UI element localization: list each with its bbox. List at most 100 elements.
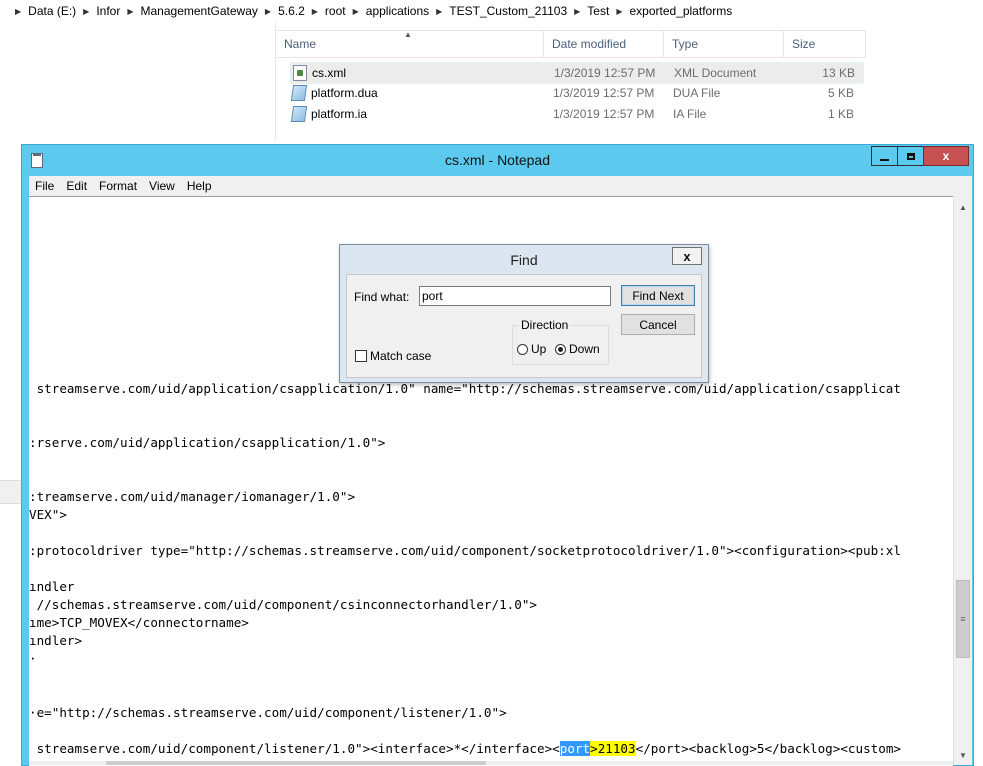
match-case-checkbox[interactable]: Match case (355, 349, 431, 363)
direction-down-radio[interactable]: Down (555, 342, 600, 356)
find-close-button[interactable]: x (672, 247, 702, 265)
breadcrumb-item-test[interactable]: Test (587, 4, 609, 18)
find-what-label: Find what: (354, 290, 410, 304)
file-type: DUA File (673, 86, 721, 100)
chevron-right-icon[interactable]: ▶ (353, 7, 359, 16)
file-name: cs.xml (312, 66, 346, 80)
chevron-right-icon[interactable]: ▶ (265, 7, 271, 16)
radio-unchecked-icon (517, 343, 528, 355)
maximize-icon (906, 152, 915, 160)
file-size: 1 KB (827, 107, 854, 121)
minimize-button[interactable] (871, 146, 898, 166)
scroll-down-icon[interactable]: ▼ (955, 747, 971, 763)
highlighted-port-value: 21103 (597, 741, 636, 756)
text-line: ıme>TCP_MOVEX</connectorname> (29, 615, 249, 630)
chevron-right-icon[interactable]: ▶ (436, 7, 442, 16)
file-type: XML Document (674, 66, 757, 80)
horizontal-scrollbar-thumb[interactable] (106, 761, 486, 765)
column-header-date[interactable]: Date modified (544, 31, 664, 57)
text-line: //schemas.streamserve.com/uid/component/… (29, 597, 537, 612)
breadcrumb: ▶ Data (E:) ▶ Infor ▶ ManagementGateway … (0, 0, 983, 22)
breadcrumb-item-infor[interactable]: Infor (96, 4, 120, 18)
xml-file-icon (293, 65, 307, 81)
column-header-size[interactable]: Size (784, 31, 866, 57)
file-row-platform-dua[interactable]: platform.dua 1/3/2019 12:57 PM DUA File … (290, 83, 862, 103)
checkbox-unchecked-icon (355, 350, 367, 362)
menu-view[interactable]: View (143, 179, 181, 193)
breadcrumb-item-test-custom[interactable]: TEST_Custom_21103 (449, 4, 567, 18)
chevron-right-icon[interactable]: ▶ (616, 7, 622, 16)
close-button[interactable]: x (923, 146, 969, 166)
text-line: streamserve.com/uid/application/csapplic… (29, 381, 901, 396)
menu-help[interactable]: Help (181, 179, 218, 193)
direction-up-radio[interactable]: Up (517, 342, 546, 356)
find-next-button[interactable]: Find Next (621, 285, 695, 306)
chevron-right-icon[interactable]: ▶ (15, 7, 21, 16)
maximize-button[interactable] (897, 146, 924, 166)
sort-ascending-icon: ▲ (404, 30, 412, 39)
breadcrumb-item-managementgateway[interactable]: ManagementGateway (141, 4, 258, 18)
file-list: ▲ Name Date modified Type Size cs.xml 1/… (275, 22, 867, 140)
scroll-up-icon[interactable]: ▲ (955, 199, 971, 215)
text-after-match: </port><backlog>5</backlog><custom> (635, 741, 901, 756)
cancel-button[interactable]: Cancel (621, 314, 695, 335)
column-header-type[interactable]: Type (664, 31, 784, 57)
file-size: 13 KB (822, 66, 855, 80)
file-date: 1/3/2019 12:57 PM (554, 66, 656, 80)
minimize-icon (880, 159, 889, 161)
breadcrumb-item-data-drive[interactable]: Data (E:) (28, 4, 76, 18)
window-controls: x (871, 146, 969, 166)
text-line: ·e="http://schemas.streamserve.com/uid/c… (29, 705, 507, 720)
find-dialog-titlebar[interactable]: Find x (340, 245, 708, 273)
dialog-title: Find (510, 252, 538, 268)
chevron-right-icon[interactable]: ▶ (312, 7, 318, 16)
menu-edit[interactable]: Edit (60, 179, 93, 193)
file-size: 5 KB (827, 86, 854, 100)
vertical-scrollbar[interactable]: ▲ ≡ ▼ (953, 196, 972, 765)
direction-group: Direction Up Down (512, 318, 609, 365)
file-date: 1/3/2019 12:57 PM (553, 107, 655, 121)
chevron-right-icon[interactable]: ▶ (127, 7, 133, 16)
text-line: VEX"> (29, 507, 67, 522)
window-title: cs.xml - Notepad (444, 152, 551, 168)
horizontal-scrollbar[interactable] (29, 761, 953, 765)
menu-file[interactable]: File (29, 179, 60, 193)
scrollbar-thumb[interactable]: ≡ (956, 580, 970, 658)
text-line: :rserve.com/uid/application/csapplicatio… (29, 435, 386, 450)
file-name: platform.dua (311, 86, 378, 100)
text-line: · (29, 651, 37, 666)
close-icon: x (683, 248, 691, 264)
breadcrumb-item-applications[interactable]: applications (366, 4, 429, 18)
match-case-label: Match case (370, 349, 432, 363)
text-line-highlighted: streamserve.com/uid/component/listener/1… (29, 741, 901, 757)
close-icon: x (942, 149, 950, 163)
find-dialog-body: Find what: Find Next Cancel Direction Up… (346, 274, 702, 378)
radio-checked-icon (555, 343, 566, 355)
text-line: ındler (29, 579, 75, 594)
direction-down-label: Down (569, 342, 600, 356)
generic-file-icon (290, 85, 308, 101)
notepad-window: cs.xml - Notepad x File Edit Format View… (21, 144, 974, 766)
file-row-platform-ia[interactable]: platform.ia 1/3/2019 12:57 PM IA File 1 … (290, 104, 862, 124)
notepad-titlebar[interactable]: cs.xml - Notepad x (22, 145, 973, 176)
breadcrumb-item-root[interactable]: root (325, 4, 346, 18)
chevron-right-icon[interactable]: ▶ (83, 7, 89, 16)
navigation-pane-edge (0, 480, 22, 504)
file-type: IA File (673, 107, 707, 121)
column-header-name[interactable]: ▲ Name (276, 30, 544, 57)
text-line: :protocoldriver type="http://schemas.str… (29, 543, 901, 558)
file-date: 1/3/2019 12:57 PM (553, 86, 655, 100)
generic-file-icon (290, 106, 308, 122)
find-what-input[interactable] (419, 286, 611, 306)
chevron-right-icon[interactable]: ▶ (574, 7, 580, 16)
menu-format[interactable]: Format (93, 179, 143, 193)
breadcrumb-item-version[interactable]: 5.6.2 (278, 4, 305, 18)
direction-label: Direction (519, 318, 571, 332)
file-row-cs-xml[interactable]: cs.xml 1/3/2019 12:57 PM XML Document 13… (290, 62, 864, 84)
text-line: ındler> (29, 633, 83, 648)
direction-up-label: Up (531, 342, 547, 356)
text-line: :treamserve.com/uid/manager/iomanager/1.… (29, 489, 356, 504)
highlighted-gt: > (590, 741, 598, 756)
breadcrumb-item-exported-platforms[interactable]: exported_platforms (629, 4, 732, 18)
selected-search-match: port (559, 741, 591, 756)
